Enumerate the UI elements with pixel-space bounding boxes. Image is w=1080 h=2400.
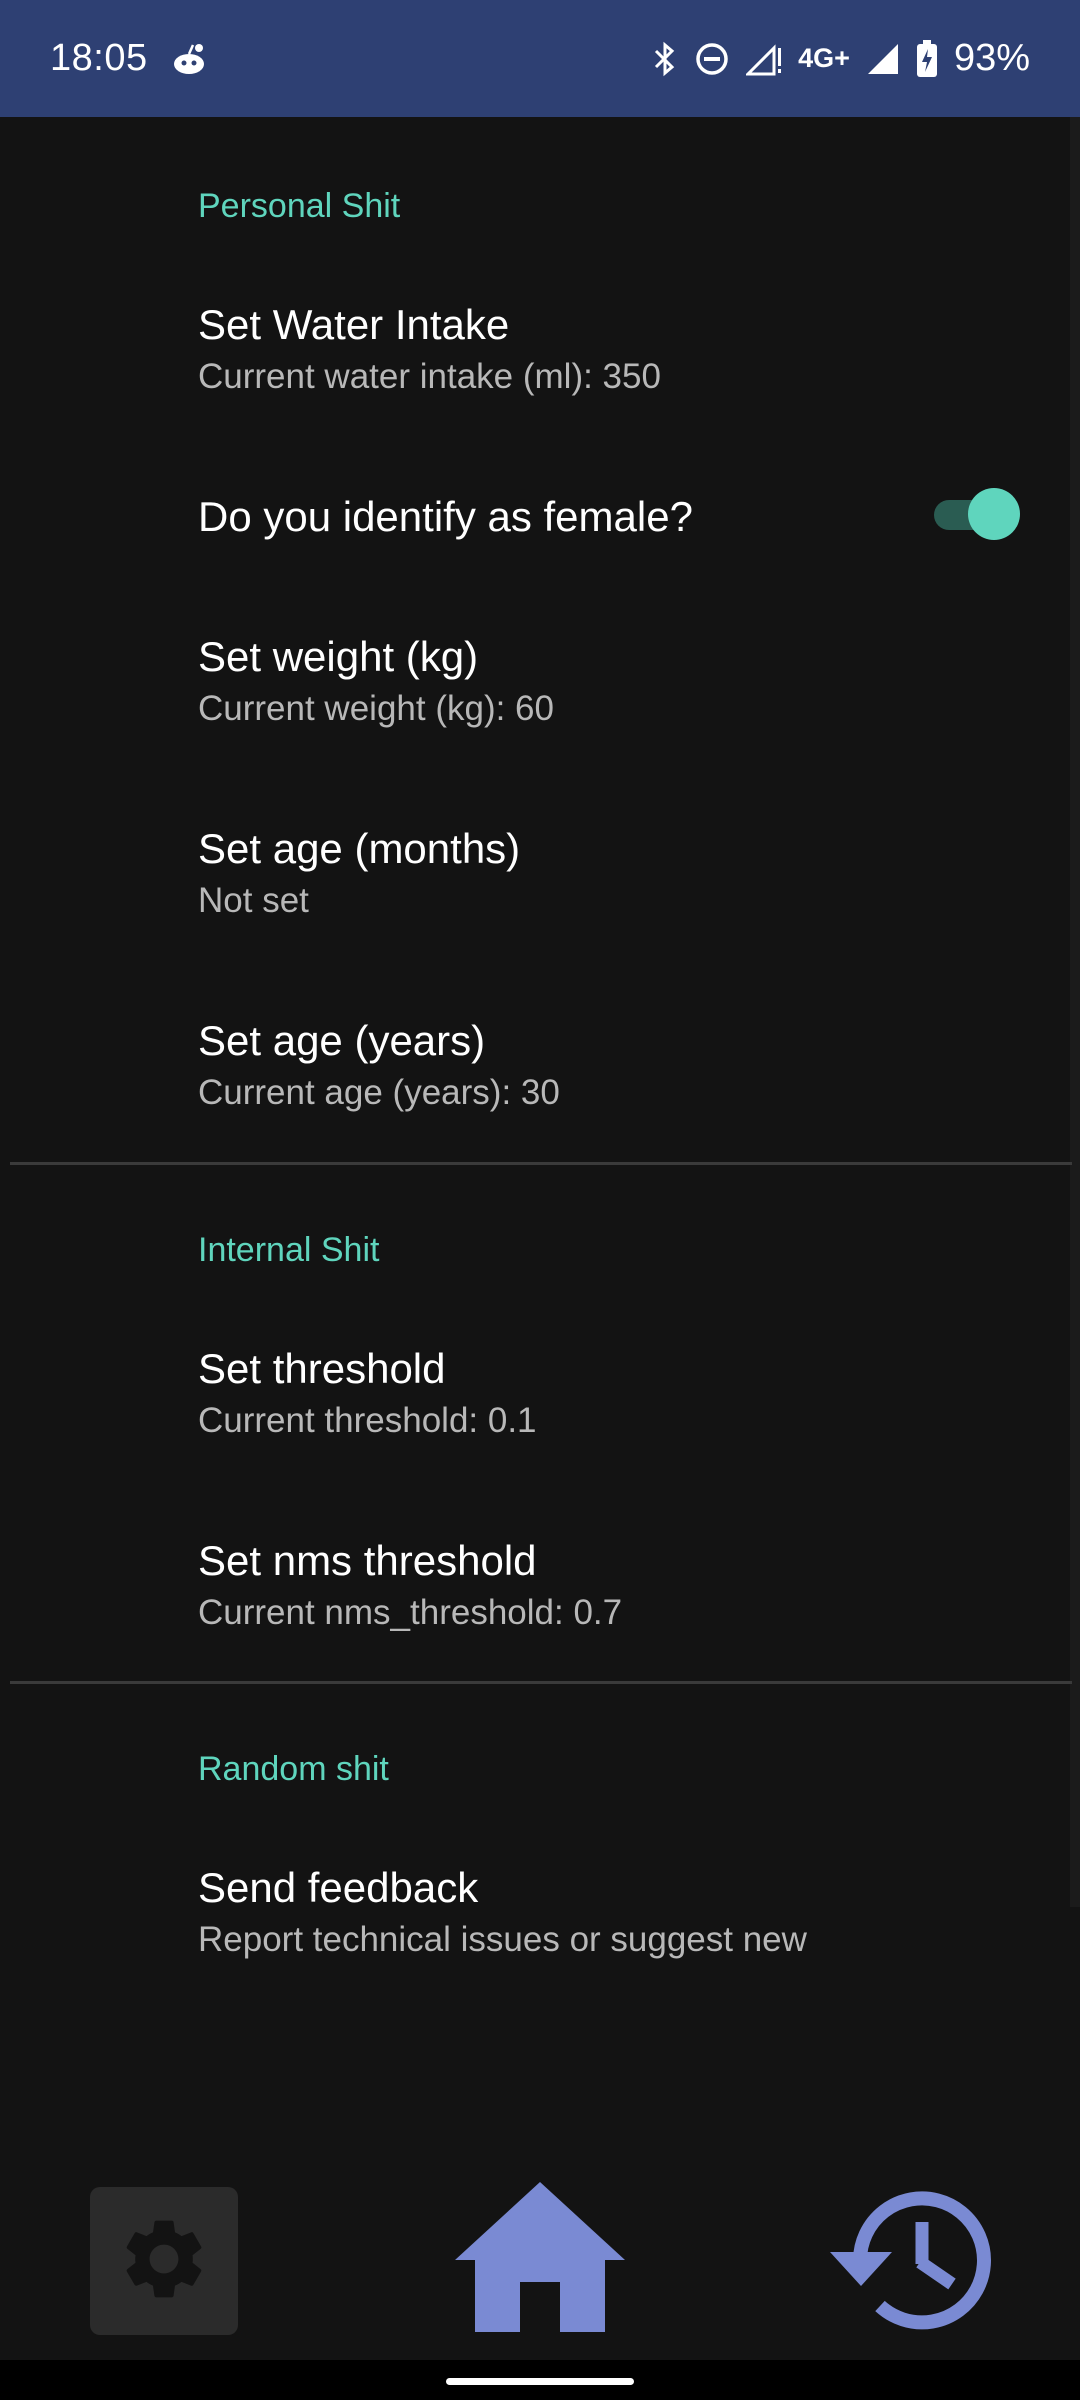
pref-identify-female[interactable]: Do you identify as female? (198, 490, 1020, 544)
pref-summary: Current age (years): 30 (198, 1073, 560, 1112)
cell-signal-icon (866, 42, 900, 76)
pref-threshold[interactable]: Set threshold Current threshold: 0.1 (198, 1342, 1020, 1446)
bluetooth-icon (652, 41, 678, 77)
do-not-disturb-icon (694, 41, 730, 77)
history-icon (820, 2191, 1010, 2344)
pref-summary: Current nms_threshold: 0.7 (198, 1593, 623, 1632)
home-icon (455, 2182, 625, 2336)
female-toggle-switch[interactable] (934, 488, 1020, 540)
pref-age-years[interactable]: Set age (years) Current age (years): 30 (198, 1014, 1020, 1118)
network-type: 4G+ (798, 43, 850, 73)
pref-age-months[interactable]: Set age (months) Not set (198, 822, 1020, 926)
pref-summary: Not set (198, 881, 309, 920)
pref-summary: Report technical issues or suggest new (198, 1920, 807, 1959)
pref-summary: Current water intake (ml): 350 (198, 357, 661, 396)
category-internal: Internal Shit (198, 1231, 380, 1269)
pref-title: Set weight (kg) (198, 633, 479, 680)
list-clip (198, 1968, 898, 1980)
category-personal: Personal Shit (198, 187, 401, 225)
section-divider (10, 1162, 1072, 1165)
pref-title: Set age (years) (198, 1017, 486, 1064)
pref-send-feedback[interactable]: Send feedback Report technical issues or… (198, 1861, 1020, 1965)
battery-charging-icon (916, 39, 938, 78)
bottom-navigation (0, 2160, 1080, 2360)
signal-wifi-calling-icon (746, 42, 782, 76)
pref-title: Set threshold (198, 1345, 446, 1392)
reddit-notification-icon (170, 42, 208, 76)
pref-title: Set Water Intake (198, 301, 510, 348)
pref-title: Do you identify as female? (198, 493, 693, 540)
pref-title: Set age (months) (198, 825, 521, 872)
nav-home-button[interactable] (455, 2182, 625, 2332)
toggle-thumb (968, 488, 1020, 540)
section-divider (10, 1681, 1072, 1684)
status-time: 18:05 (50, 37, 148, 79)
nav-history-button[interactable] (820, 2180, 1010, 2340)
pref-summary: Current threshold: 0.1 (198, 1401, 537, 1440)
pref-water-intake[interactable]: Set Water Intake Current water intake (m… (198, 298, 1020, 402)
status-bar: 18:05 4G+ 93% (0, 0, 1080, 117)
pref-title: Send feedback (198, 1864, 479, 1911)
pref-summary: Current weight (kg): 60 (198, 689, 554, 728)
nav-settings-button[interactable] (90, 2187, 238, 2335)
category-random: Random shit (198, 1750, 389, 1788)
pref-title: Set nms threshold (198, 1537, 537, 1584)
pref-nms-threshold[interactable]: Set nms threshold Current nms_threshold:… (198, 1534, 1020, 1638)
gesture-handle[interactable] (446, 2378, 634, 2385)
pref-weight[interactable]: Set weight (kg) Current weight (kg): 60 (198, 630, 1020, 734)
gear-icon (116, 2211, 212, 2312)
battery-percent: 93% (953, 37, 1030, 79)
